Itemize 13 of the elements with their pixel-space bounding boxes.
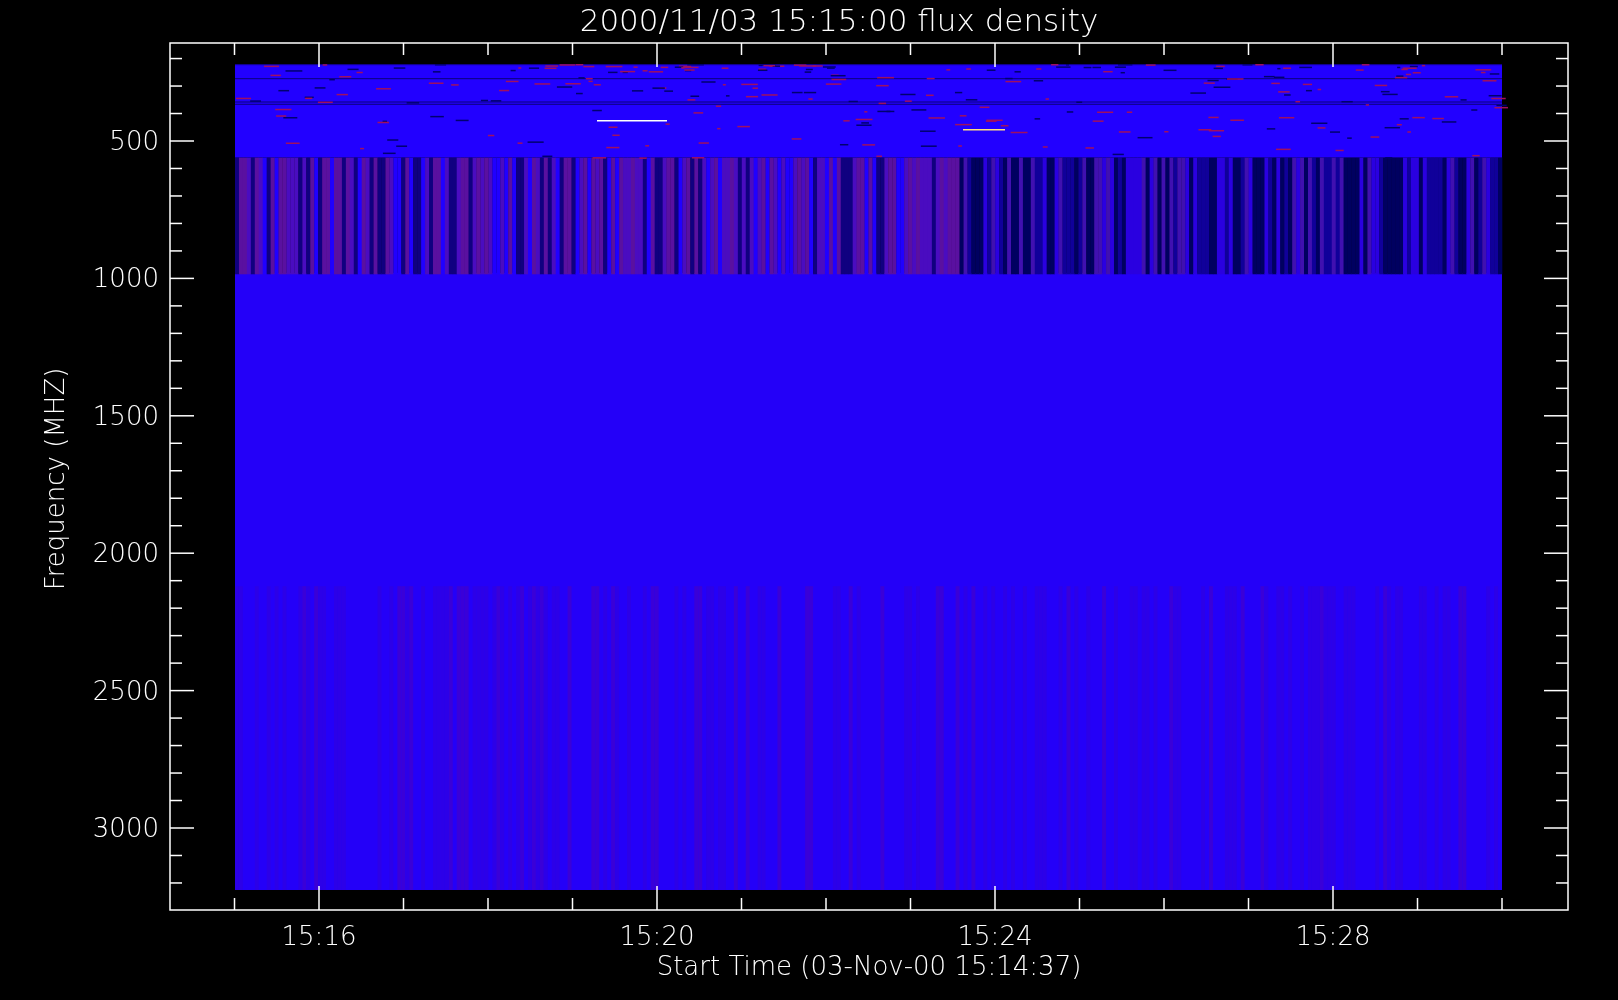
y-tick-label: 500 — [109, 126, 159, 156]
x-tick-label: 15:24 — [957, 921, 1033, 951]
x-tick-label: 15:20 — [619, 921, 695, 951]
y-tick-label: 3000 — [92, 813, 159, 843]
y-tick-label: 2000 — [92, 538, 159, 569]
x-tick-label: 15:28 — [1295, 921, 1371, 951]
y-axis-label: Frequency (MHZ) — [40, 367, 70, 591]
y-tick-label: 1500 — [92, 400, 159, 431]
plot-title: 2000/11/03 15:15:00 flux density — [579, 1, 1099, 40]
x-tick-label: 15:16 — [281, 921, 357, 951]
y-tick-label: 1000 — [92, 263, 159, 294]
x-axis-label: Start Time (03-Nov-00 15:14:37) — [656, 951, 1082, 981]
y-tick-label: 2500 — [92, 675, 159, 706]
